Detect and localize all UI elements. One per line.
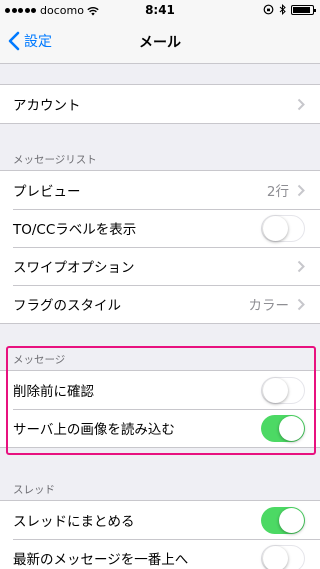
- status-right: [263, 4, 316, 15]
- chevron-right-icon: [297, 298, 305, 310]
- swipe-options-row[interactable]: スワイプオプション: [0, 247, 320, 285]
- flag-style-row[interactable]: フラグのスタイル カラー: [0, 285, 320, 323]
- navigation-bar: 設定 メール: [0, 20, 320, 64]
- to-cc-label: TO/CCラベルを表示: [13, 222, 137, 238]
- battery-level: [293, 6, 311, 13]
- flag-style-value: カラー: [248, 298, 290, 314]
- chevron-right-icon: [297, 184, 305, 196]
- bluetooth-icon: [279, 4, 286, 15]
- flag-style-label: フラグのスタイル: [13, 298, 121, 314]
- preview-value: 2行: [266, 184, 289, 200]
- organize-by-thread-toggle[interactable]: [261, 506, 305, 534]
- to-cc-label-row: TO/CCラベルを表示: [0, 209, 320, 247]
- swipe-options-label: スワイプオプション: [13, 260, 135, 276]
- orientation-lock-icon: [263, 4, 274, 15]
- most-recent-on-top-row: 最新のメッセージを一番上へ: [0, 539, 320, 569]
- most-recent-on-top-toggle[interactable]: [261, 544, 305, 569]
- thread-group: スレッドにまとめる 最新のメッセージを一番上へ: [0, 500, 320, 569]
- preview-row[interactable]: プレビュー 2行: [0, 171, 320, 209]
- chevron-right-icon: [297, 98, 305, 110]
- toggle-knob: [262, 546, 288, 569]
- account-label: アカウント: [13, 98, 81, 114]
- message-list-group: プレビュー 2行 TO/CCラベルを表示 スワイプオプション フラグのスタイル …: [0, 170, 320, 324]
- to-cc-label-toggle[interactable]: [261, 214, 305, 242]
- section-header-message-list: メッセージリスト: [13, 154, 97, 166]
- account-group: アカウント: [0, 84, 320, 124]
- account-row[interactable]: アカウント: [0, 85, 320, 123]
- battery-icon: [291, 4, 316, 15]
- preview-label: プレビュー: [13, 184, 81, 200]
- toggle-knob: [262, 216, 288, 241]
- status-bar: docomo 8:41: [0, 0, 320, 20]
- most-recent-on-top-label: 最新のメッセージを一番上へ: [13, 552, 189, 568]
- page-title: メール: [139, 35, 181, 51]
- organize-by-thread-row: スレッドにまとめる: [0, 501, 320, 539]
- highlight-annotation: [6, 346, 316, 455]
- section-header-thread: スレッド: [13, 484, 55, 496]
- chevron-right-icon: [297, 260, 305, 272]
- toggle-knob: [279, 507, 304, 533]
- organize-by-thread-label: スレッドにまとめる: [13, 514, 135, 530]
